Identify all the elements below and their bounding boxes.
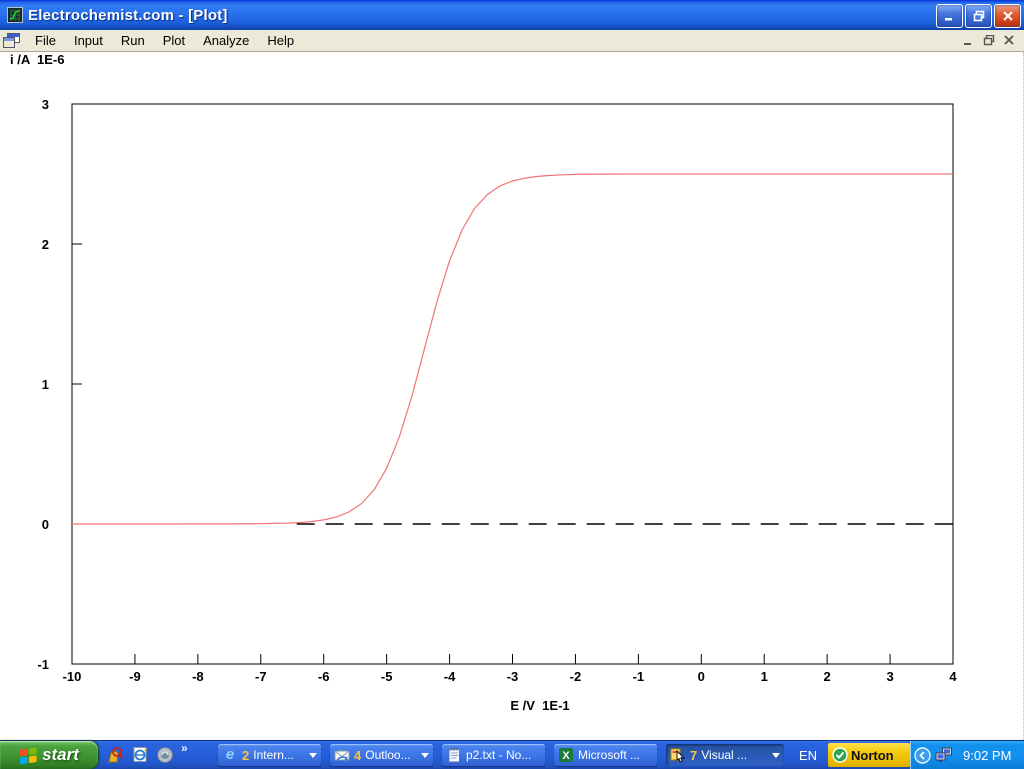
svg-text:X: X xyxy=(562,750,570,762)
svg-text:-6: -6 xyxy=(318,669,330,684)
taskbar-button-label: p2.txt - No... xyxy=(466,748,541,762)
svg-text:2: 2 xyxy=(42,237,49,252)
svg-text:1: 1 xyxy=(42,377,49,392)
svg-text:3: 3 xyxy=(886,669,893,684)
svg-text:1: 1 xyxy=(761,669,768,684)
app-plot-icon xyxy=(7,7,23,23)
tray-collapse-icon[interactable] xyxy=(914,747,931,764)
taskbar-button[interactable]: p2.txt - No... xyxy=(442,744,545,766)
network-icon[interactable] xyxy=(935,747,953,763)
svg-text:3: 3 xyxy=(42,97,49,112)
start-button[interactable]: start xyxy=(0,741,98,769)
group-dropdown-arrow-icon[interactable] xyxy=(309,753,317,758)
clock[interactable]: 9:02 PM xyxy=(963,748,1011,763)
title-bar: Electrochemist.com - [Plot] xyxy=(0,0,1024,30)
desktop: Electrochemist.com - [Plot] xyxy=(0,0,1024,768)
window-count: 2 xyxy=(242,748,249,763)
svg-text:0: 0 xyxy=(698,669,705,684)
taskbar-button[interactable]: e2 Intern... xyxy=(218,744,321,766)
svg-text:-4: -4 xyxy=(444,669,456,684)
group-dropdown-arrow-icon[interactable] xyxy=(772,753,780,758)
svg-text:-7: -7 xyxy=(255,669,267,684)
taskbar-button-label: Outloo... xyxy=(365,748,418,762)
mdi-minimize-button[interactable] xyxy=(960,33,978,48)
mdi-child-window-icon[interactable] xyxy=(3,33,20,48)
taskbar-button-label: Intern... xyxy=(253,748,306,762)
close-button[interactable] xyxy=(994,4,1021,28)
outlook-icon xyxy=(334,747,350,763)
svg-text:-10: -10 xyxy=(63,669,82,684)
plot-area: -10-9-8-7-6-5-4-3-2-101234-10123 xyxy=(0,52,1023,740)
taskbar-button[interactable]: X Microsoft ... xyxy=(554,744,657,766)
norton-check-icon xyxy=(832,747,848,763)
quick-launch-overflow-chevron[interactable]: » xyxy=(181,741,188,755)
taskbar-button[interactable]: 4 Outloo... xyxy=(330,744,433,766)
quick-launch: » xyxy=(106,741,188,769)
excel-icon: X xyxy=(558,747,574,763)
norton-label: Norton xyxy=(851,748,894,763)
taskbar-button[interactable]: 7 Visual ... xyxy=(666,744,784,766)
group-dropdown-arrow-icon[interactable] xyxy=(421,753,429,758)
search-tool-icon[interactable] xyxy=(106,746,124,764)
visual-studio-icon xyxy=(670,747,686,763)
menu-item-analyze[interactable]: Analyze xyxy=(194,31,258,50)
window-count: 4 xyxy=(354,748,361,763)
menu-bar: File Input Run Plot Analyze Help xyxy=(0,30,1024,52)
taskbar-button-label: Microsoft ... xyxy=(578,748,653,762)
window-count: 7 xyxy=(690,748,697,763)
minimize-button[interactable] xyxy=(936,4,963,28)
plot-window: i /A 1E-6 -10-9-8-7-6-5-4-3-2-101234-101… xyxy=(0,52,1024,740)
system-tray: 9:02 PM xyxy=(910,741,1024,769)
svg-text:4: 4 xyxy=(949,669,957,684)
svg-text:-8: -8 xyxy=(192,669,204,684)
x-axis-title: E /V 1E-1 xyxy=(440,698,640,713)
messenger-icon[interactable] xyxy=(156,746,174,764)
svg-text:-2: -2 xyxy=(570,669,582,684)
menu-item-file[interactable]: File xyxy=(26,31,65,50)
taskbar-button-label: Visual ... xyxy=(701,748,769,762)
svg-text:-3: -3 xyxy=(507,669,519,684)
svg-text:0: 0 xyxy=(42,517,49,532)
svg-text:2: 2 xyxy=(824,669,831,684)
norton-badge[interactable]: Norton xyxy=(828,743,910,767)
notepad-icon xyxy=(446,747,462,763)
svg-text:-5: -5 xyxy=(381,669,393,684)
menu-item-plot[interactable]: Plot xyxy=(154,31,194,50)
svg-text:-1: -1 xyxy=(633,669,645,684)
menu-item-run[interactable]: Run xyxy=(112,31,154,50)
menu-item-input[interactable]: Input xyxy=(65,31,112,50)
start-label: start xyxy=(42,745,79,765)
menu-item-help[interactable]: Help xyxy=(258,31,303,50)
svg-text:-1: -1 xyxy=(37,657,49,672)
mdi-restore-button[interactable] xyxy=(980,33,998,48)
taskbar-buttons: e2 Intern... 4 Outloo... p2.txt - No... XM… xyxy=(218,744,784,766)
restore-button[interactable] xyxy=(965,4,992,28)
internet-explorer-icon: e xyxy=(222,747,238,763)
ie-launch-icon[interactable] xyxy=(131,746,149,764)
window-title: Electrochemist.com - [Plot] xyxy=(28,7,228,24)
svg-text:-9: -9 xyxy=(129,669,141,684)
taskbar: start » e2 Intern... 4 Outloo... xyxy=(0,740,1024,769)
windows-flag-icon xyxy=(19,746,38,765)
language-indicator[interactable]: EN xyxy=(799,741,817,769)
mdi-close-button[interactable] xyxy=(1000,33,1018,48)
